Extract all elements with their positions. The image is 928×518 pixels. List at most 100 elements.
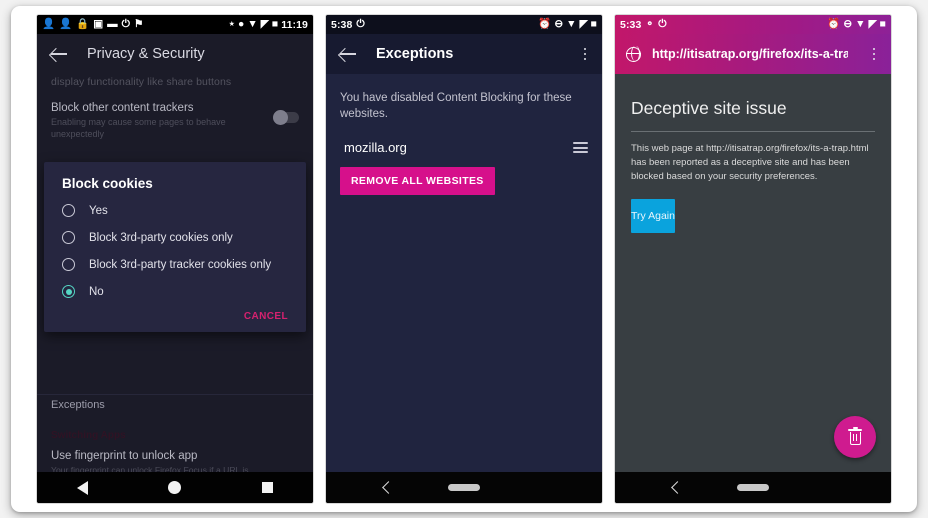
phone3-content: Deceptive site issue This web page at ht… [615,74,891,472]
globe-icon [625,46,641,62]
phone2-notification-icons: 5:38 ⏻ [331,19,365,31]
phone3-clock: 5:33 [620,18,642,31]
back-arrow-icon[interactable] [47,42,71,66]
pref-use-fingerprint[interactable]: Use fingerprint to unlock app Your finge… [37,450,313,472]
block-cookies-dialog: Block cookies Yes Block 3rd-party cookie… [44,162,306,332]
radio-option-no[interactable]: No [44,278,306,305]
alarm-icon: ⏰ [827,18,841,31]
overflow-menu-icon[interactable] [865,43,883,65]
exception-site-name: mozilla.org [344,140,407,156]
power-icon: ⏻ [121,18,130,31]
phone-2-exceptions: 5:38 ⏻ ⏰ ⊖ ▼ ◤ ■ Exceptions You have dis… [325,14,603,504]
radio-label: Block 3rd-party tracker cookies only [89,258,272,271]
whatsapp-icon: ⚬ [645,18,655,31]
erase-fab-button[interactable] [834,416,876,458]
phone1-truncated-hint: display functionality like share buttons [51,76,232,88]
phone-1-privacy-security: 👤 👤 🔒 ▣ ▬ ⏻ ⚑ ⋆ ● ▼ ◤ ■ 11:19 Privacy & … [36,14,314,504]
flag-icon: ⚑ [133,18,144,31]
home-pill[interactable] [448,484,480,491]
exception-list-item[interactable]: mozilla.org [326,122,602,155]
phone2-clock: 5:38 [331,18,353,31]
radio-button[interactable] [62,258,75,271]
dnd-icon: ⊖ [843,18,853,31]
phone2-system-icons: ⏰ ⊖ ▼ ◤ ■ [538,19,597,30]
back-chevron-icon[interactable] [382,481,395,494]
phone3-url-bar[interactable]: http://itisatrap.org/firefox/its-a-tra [615,34,891,74]
phone3-navigation-bar [615,472,891,503]
phone1-content: Privacy & Security display functionality… [37,34,313,472]
person-icon: 👤 [42,18,56,31]
phone1-clock: 11:19 [281,18,308,31]
phone-row: 👤 👤 🔒 ▣ ▬ ⏻ ⚑ ⋆ ● ▼ ◤ ■ 11:19 Privacy & … [11,6,917,512]
alarm-icon: ⏰ [538,18,552,31]
cancel-button[interactable]: CANCEL [244,311,288,322]
radio-button[interactable] [62,231,75,244]
page-title: Privacy & Security [87,46,205,62]
remove-all-websites-button[interactable]: REMOVE ALL WEBSITES [340,167,495,196]
phone2-content: Exceptions You have disabled Content Blo… [326,34,602,472]
phone1-notification-icons: 👤 👤 🔒 ▣ ▬ ⏻ ⚑ [42,19,143,30]
home-icon[interactable] [168,481,182,494]
radio-button-selected[interactable] [62,285,75,298]
phone2-appbar: Exceptions [326,34,602,74]
phone1-appbar: Privacy & Security [37,34,313,74]
battery-icon: ■ [271,18,279,31]
battery-icon: ■ [879,18,886,31]
phone2-navigation-bar [326,472,602,503]
phone-3-deceptive-site: 5:33 ⚬ ⏻ ⏰ ⊖ ▼ ◤ ■ http://itisatrap.org/… [614,14,892,504]
page-title: Exceptions [376,46,454,62]
wifi-icon: ▼ [566,18,577,31]
radio-button[interactable] [62,204,75,217]
pref-exceptions[interactable]: Exceptions [37,394,313,415]
radio-option-yes[interactable]: Yes [44,197,306,224]
power-icon: ⏻ [356,18,365,31]
drag-handle-icon[interactable] [573,142,588,153]
battery-icon: ■ [590,18,597,31]
radio-label: Yes [89,204,108,217]
radio-option-third-party-cookies[interactable]: Block 3rd-party cookies only [44,224,306,251]
error-heading: Deceptive site issue [631,98,787,118]
bluetooth-icon: ⋆ [228,18,236,31]
exceptions-description: You have disabled Content Blocking for t… [340,92,572,121]
phone2-status-bar: 5:38 ⏻ ⏰ ⊖ ▼ ◤ ■ [326,15,602,34]
back-chevron-icon[interactable] [671,481,684,494]
pref-title: Use fingerprint to unlock app [51,450,198,462]
wifi-icon: ▼ [247,18,258,31]
photo-icon: ▣ [93,18,104,31]
signal-icon: ◤ [260,18,269,31]
pref-subtitle: Enabling may cause some pages to behave … [51,117,226,139]
back-arrow-icon[interactable] [336,42,360,66]
radio-option-third-party-tracker-cookies[interactable]: Block 3rd-party tracker cookies only [44,251,306,278]
white-card-frame: 👤 👤 🔒 ▣ ▬ ⏻ ⚑ ⋆ ● ▼ ◤ ■ 11:19 Privacy & … [11,6,917,512]
pref-block-other-content-trackers[interactable]: Block other content trackers Enabling ma… [37,88,313,148]
phone1-status-bar: 👤 👤 🔒 ▣ ▬ ⏻ ⚑ ⋆ ● ▼ ◤ ■ 11:19 [37,15,313,34]
section-header-switching-apps: Switching Apps [51,430,126,441]
signal-icon: ◤ [868,18,877,31]
url-text[interactable]: http://itisatrap.org/firefox/its-a-tra [652,47,848,61]
radio-label: No [89,285,104,298]
recents-icon[interactable] [261,482,273,493]
phone3-status-bar: 5:33 ⚬ ⏻ ⏰ ⊖ ▼ ◤ ■ [615,15,891,34]
overflow-menu-icon[interactable] [576,43,594,65]
image-icon: ▬ [107,18,118,31]
pref-title: Block other content trackers [51,102,194,114]
radio-label: Block 3rd-party cookies only [89,231,233,244]
dialog-title: Block cookies [62,176,153,191]
back-icon[interactable] [77,480,89,495]
trash-icon [848,427,862,445]
home-pill[interactable] [737,484,769,491]
lock-icon: 🔒 [76,18,90,31]
tracker-toggle-switch[interactable] [273,110,299,125]
signal-icon: ◤ [579,18,588,31]
pref-subtitle: Your fingerprint can unlock Firefox Focu… [51,465,249,472]
phone3-notification-icons: 5:33 ⚬ ⏻ [620,19,667,31]
phone3-system-icons: ⏰ ⊖ ▼ ◤ ■ [827,19,886,30]
try-again-button[interactable]: Try Again [631,199,675,234]
screenshot-root: 👤 👤 🔒 ▣ ▬ ⏻ ⚑ ⋆ ● ▼ ◤ ■ 11:19 Privacy & … [0,0,928,518]
phone1-system-icons: ⋆ ● ▼ ◤ ■ 11:19 [228,19,308,31]
dialog-actions: CANCEL [44,305,306,326]
phone1-navigation-bar [37,472,313,503]
dnd-icon: ● [238,18,245,31]
error-body-text: This web page at http://itisatrap.org/fi… [631,143,869,182]
dnd-icon: ⊖ [554,18,564,31]
